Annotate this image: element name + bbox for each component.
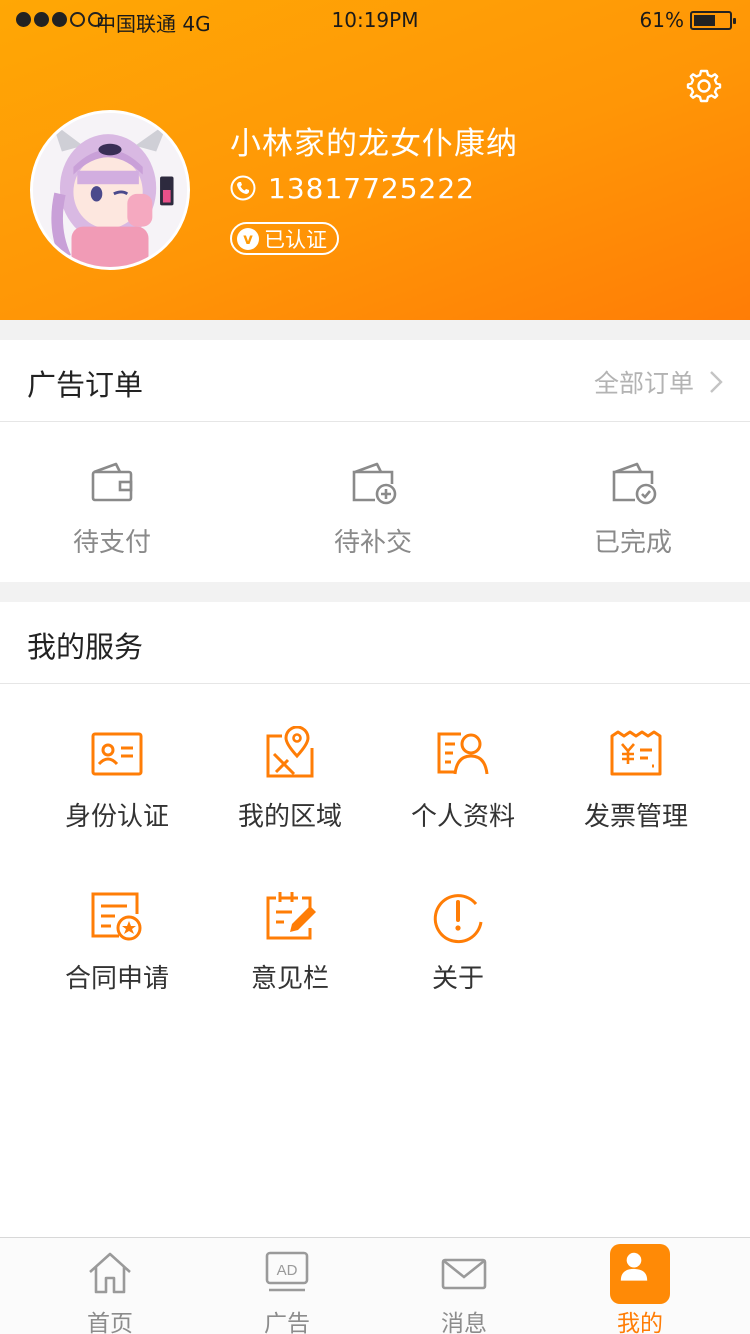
all-orders-label: 全部订单	[593, 369, 694, 398]
wallet-check-icon	[612, 462, 657, 505]
user-icon	[610, 1244, 670, 1304]
map-pin-icon	[266, 726, 314, 778]
status-time: 10:19PM	[331, 8, 419, 32]
service-feedback[interactable]: 意见栏	[220, 888, 360, 1008]
user-icon-glyph	[620, 1252, 648, 1281]
tab-mine[interactable]: 我的	[575, 1238, 705, 1334]
battery-percent: 61%	[639, 8, 684, 32]
order-completed[interactable]: 已完成	[563, 458, 703, 568]
service-invoice-management[interactable]: 发票管理	[566, 726, 706, 846]
tab-label: 首页	[87, 1311, 133, 1334]
verified-icon: v	[237, 227, 259, 250]
tab-home[interactable]: 首页	[45, 1238, 175, 1334]
tab-bar: 首页 AD 广告 消息 我的	[0, 1237, 750, 1334]
profile-header: 中国联通 4G 10:19PM 61% 小林家的龙女仆康纳 1381772522…	[0, 0, 750, 320]
service-contract-application[interactable]: 合同申请	[47, 888, 187, 1008]
service-label: 关于	[431, 964, 484, 994]
service-identity-verification[interactable]: 身份认证	[47, 726, 187, 846]
service-label: 身份认证	[64, 802, 169, 832]
id-card-icon	[91, 732, 143, 776]
profile-name: 小林家的龙女仆康纳	[230, 126, 518, 162]
avatar-illustration	[33, 113, 187, 267]
order-label: 待补交	[333, 528, 412, 558]
battery-icon	[690, 11, 736, 30]
tab-label: 广告	[264, 1311, 310, 1334]
service-label: 我的区域	[237, 802, 342, 832]
gear-icon[interactable]	[686, 68, 722, 104]
order-pending-supplement[interactable]: 待补交	[303, 458, 443, 568]
tab-label: 消息	[441, 1311, 487, 1334]
phone-number: 13817725222	[268, 171, 475, 205]
service-about[interactable]: 关于	[388, 888, 528, 1008]
mail-icon	[441, 1258, 487, 1290]
service-label: 发票管理	[583, 802, 688, 832]
battery-fill	[694, 15, 715, 26]
ad-icon-text: AD	[277, 1262, 298, 1279]
orders-title: 广告订单	[27, 368, 144, 402]
home-icon	[89, 1252, 131, 1294]
order-label: 已完成	[593, 528, 672, 558]
status-bar: 中国联通 4G 10:19PM 61%	[0, 0, 750, 40]
verified-badge: v 已认证	[230, 222, 339, 255]
service-label: 合同申请	[64, 964, 169, 994]
verified-label: 已认证	[264, 227, 327, 252]
order-pending-payment[interactable]: 待支付	[42, 458, 182, 568]
service-personal-profile[interactable]: 个人资料	[393, 726, 533, 846]
service-my-region[interactable]: 我的区域	[220, 726, 360, 846]
all-orders-link[interactable]: 全部订单	[594, 364, 724, 400]
phone-icon	[230, 175, 256, 201]
ad-icon: AD	[265, 1251, 309, 1292]
wallet-plus-icon	[352, 462, 397, 505]
wallet-icon	[91, 462, 133, 502]
section-divider	[0, 320, 750, 340]
orders-header: 广告订单 全部订单	[0, 340, 750, 422]
services-header: 我的服务	[0, 602, 750, 684]
section-divider	[0, 582, 750, 602]
contract-icon	[91, 892, 142, 941]
tab-ads[interactable]: AD 广告	[222, 1238, 352, 1334]
avatar[interactable]	[30, 110, 190, 270]
tab-label: 我的	[617, 1311, 663, 1334]
feedback-icon	[266, 892, 316, 940]
chevron-right-icon	[710, 371, 723, 393]
service-label: 意见栏	[250, 964, 329, 994]
phone-row: 13817725222	[230, 170, 475, 206]
about-icon	[433, 894, 483, 944]
service-label: 个人资料	[410, 802, 515, 832]
tab-messages[interactable]: 消息	[399, 1238, 529, 1334]
services-title: 我的服务	[27, 630, 144, 664]
order-label: 待支付	[72, 528, 151, 558]
invoice-icon	[610, 730, 662, 776]
profile-icon	[437, 732, 489, 775]
